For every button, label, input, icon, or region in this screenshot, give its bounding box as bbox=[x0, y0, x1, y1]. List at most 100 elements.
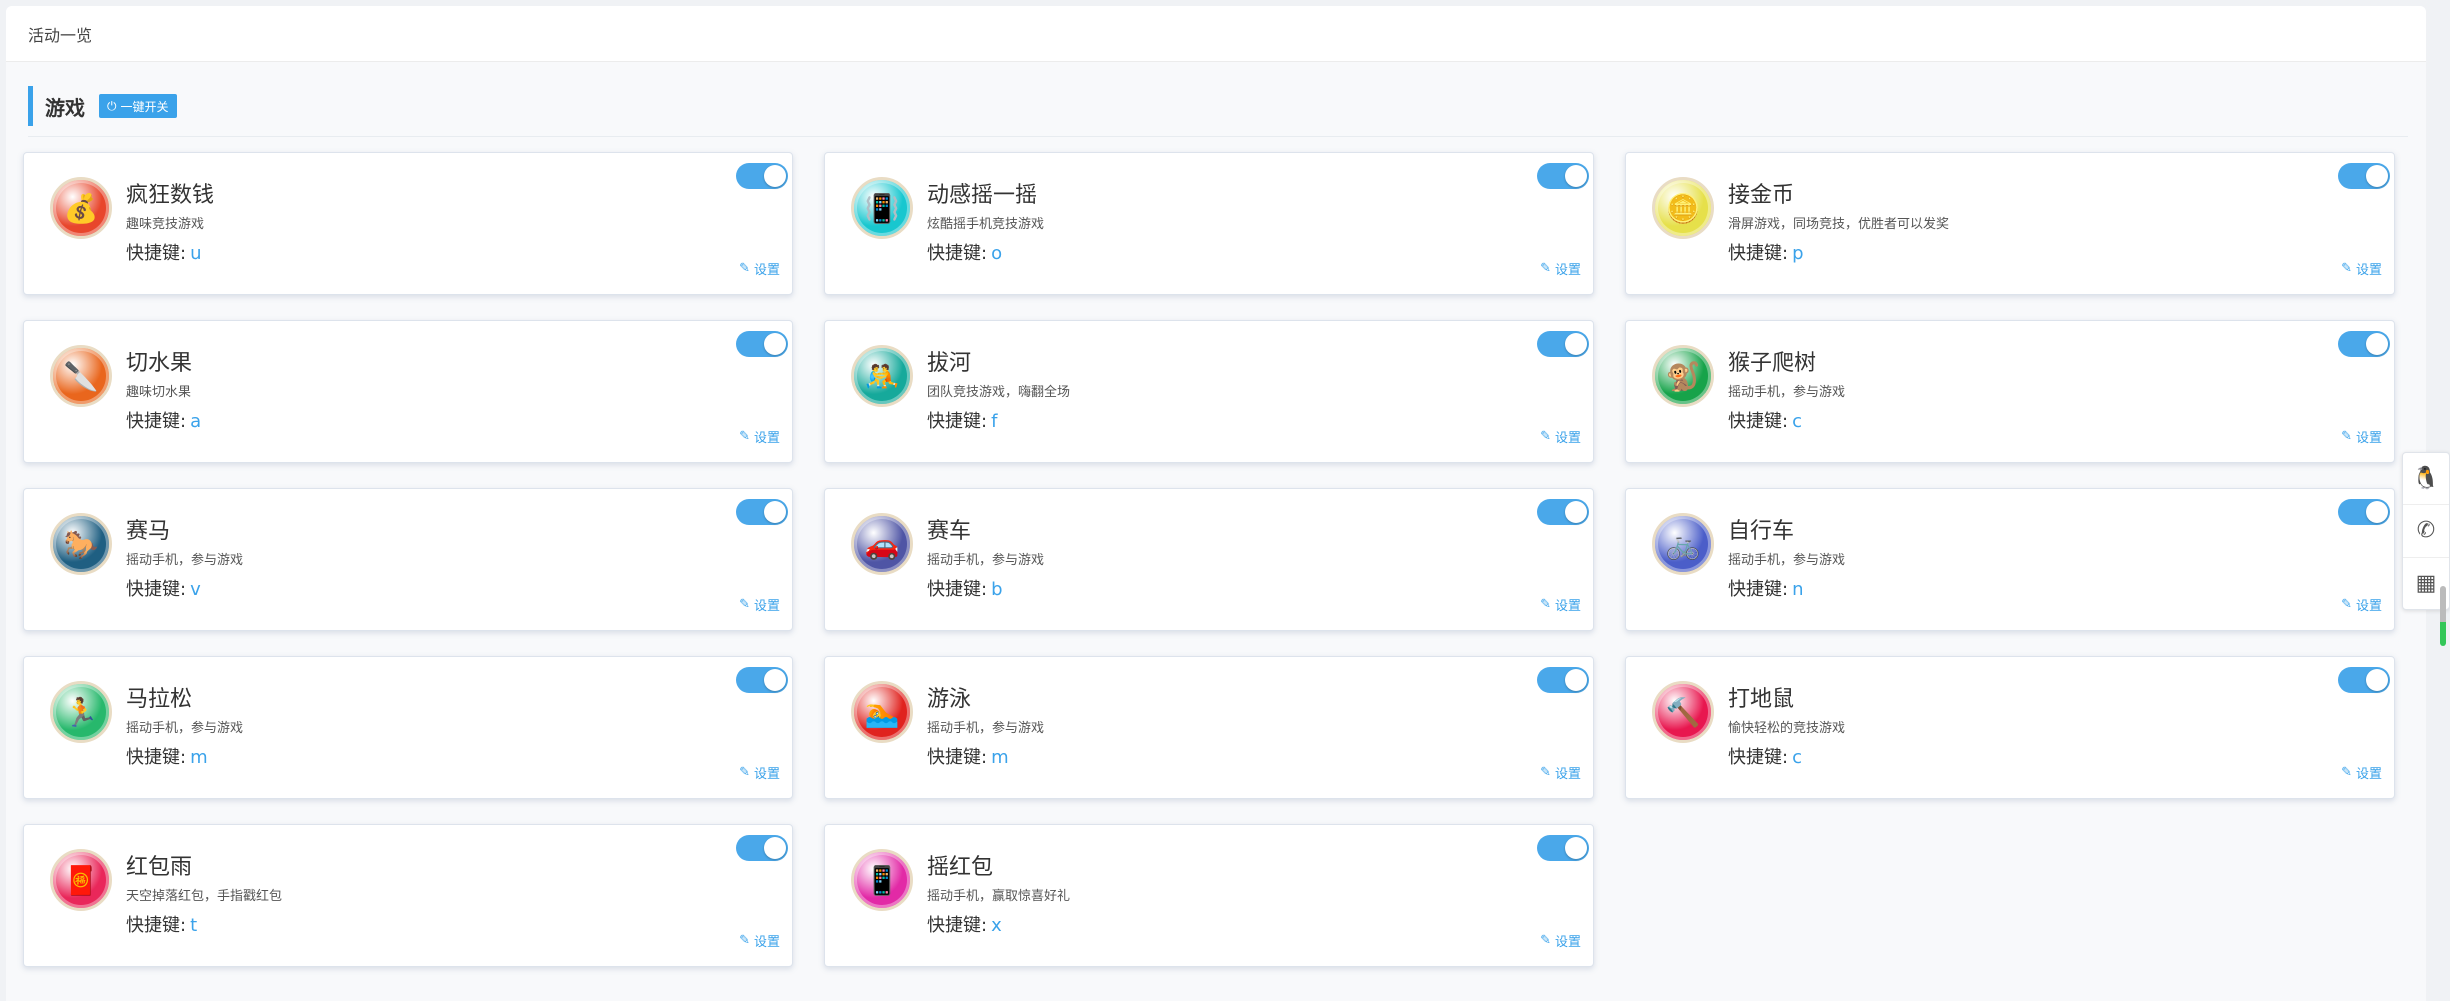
pencil-icon: ✎ bbox=[739, 429, 750, 444]
game-card: 🔨 打地鼠 愉快轻松的竞技游戏 快捷键: c ✎ 设置 bbox=[1625, 656, 2395, 799]
toggle-all-button[interactable]: ⏻ 一键开关 bbox=[99, 94, 177, 118]
hotkey-label: 快捷键: bbox=[126, 579, 187, 600]
enable-toggle[interactable] bbox=[736, 835, 788, 861]
hotkey-value: f bbox=[991, 411, 998, 432]
game-card: 🚲 自行车 摇动手机，参与游戏 快捷键: n ✎ 设置 bbox=[1625, 488, 2395, 631]
settings-link[interactable]: ✎ 设置 bbox=[739, 427, 780, 446]
toggle-knob bbox=[1565, 669, 1587, 691]
game-description: 团队竞技游戏，嗨翻全场 bbox=[927, 385, 1071, 400]
scrollbar[interactable] bbox=[2440, 586, 2446, 646]
settings-label: 设置 bbox=[2355, 263, 2382, 278]
settings-link[interactable]: ✎ 设置 bbox=[1540, 427, 1581, 446]
enable-toggle[interactable] bbox=[2338, 163, 2390, 189]
pencil-icon: ✎ bbox=[1540, 429, 1551, 444]
settings-label: 设置 bbox=[1554, 431, 1581, 446]
game-card: 🐎 赛马 摇动手机，参与游戏 快捷键: v ✎ 设置 bbox=[23, 488, 793, 631]
enable-toggle[interactable] bbox=[736, 163, 788, 189]
car-icon: 🚗 bbox=[851, 513, 913, 575]
game-card: 🤼 拔河 团队竞技游戏，嗨翻全场 快捷键: f ✎ 设置 bbox=[824, 320, 1594, 463]
enable-toggle[interactable] bbox=[736, 499, 788, 525]
hotkey: 快捷键: m bbox=[126, 743, 208, 769]
section-heading: 游戏 ⏻ 一键开关 bbox=[28, 86, 177, 126]
game-description: 摇动手机，参与游戏 bbox=[126, 721, 244, 736]
pencil-icon: ✎ bbox=[2341, 429, 2352, 444]
game-name: 拔河 bbox=[927, 351, 972, 376]
settings-link[interactable]: ✎ 设置 bbox=[1540, 259, 1581, 278]
pencil-icon: ✎ bbox=[2341, 597, 2352, 612]
hotkey-value: t bbox=[190, 915, 198, 936]
game-description: 摇动手机，参与游戏 bbox=[927, 721, 1045, 736]
settings-link[interactable]: ✎ 设置 bbox=[739, 259, 780, 278]
toggle-knob bbox=[764, 165, 786, 187]
game-card: 🐒 猴子爬树 摇动手机，参与游戏 快捷键: c ✎ 设置 bbox=[1625, 320, 2395, 463]
game-description: 愉快轻松的竞技游戏 bbox=[1728, 721, 1846, 736]
hotkey: 快捷键: c bbox=[1728, 407, 1802, 433]
hotkey-value: c bbox=[1792, 411, 1802, 432]
enable-toggle[interactable] bbox=[1537, 835, 1589, 861]
game-grid: 💰 疯狂数钱 趣味竞技游戏 快捷键: u ✎ 设置 📳 动感摇一摇 炫酷摇手机竞技… bbox=[23, 152, 2403, 967]
phone-icon[interactable]: ✆ bbox=[2403, 505, 2449, 558]
hotkey: 快捷键: b bbox=[927, 575, 1003, 601]
enable-toggle[interactable] bbox=[2338, 331, 2390, 357]
game-name: 摇红包 bbox=[927, 855, 994, 880]
power-icon: ⏻ bbox=[107, 98, 117, 113]
enable-toggle[interactable] bbox=[1537, 163, 1589, 189]
game-name: 自行车 bbox=[1728, 519, 1795, 544]
pencil-icon: ✎ bbox=[1540, 765, 1551, 780]
settings-link[interactable]: ✎ 设置 bbox=[2341, 595, 2382, 614]
pencil-icon: ✎ bbox=[739, 933, 750, 948]
hotkey: 快捷键: t bbox=[126, 911, 197, 937]
hotkey: 快捷键: n bbox=[1728, 575, 1804, 601]
pencil-icon: ✎ bbox=[1540, 933, 1551, 948]
settings-label: 设置 bbox=[753, 935, 780, 950]
enable-toggle[interactable] bbox=[736, 667, 788, 693]
settings-label: 设置 bbox=[2355, 599, 2382, 614]
settings-link[interactable]: ✎ 设置 bbox=[1540, 931, 1581, 950]
enable-toggle[interactable] bbox=[2338, 667, 2390, 693]
qq-icon[interactable]: 🐧 bbox=[2403, 453, 2449, 506]
settings-link[interactable]: ✎ 设置 bbox=[739, 763, 780, 782]
settings-label: 设置 bbox=[1554, 263, 1581, 278]
enable-toggle[interactable] bbox=[1537, 331, 1589, 357]
game-card: 🏃 马拉松 摇动手机，参与游戏 快捷键: m ✎ 设置 bbox=[23, 656, 793, 799]
toggle-knob bbox=[1565, 165, 1587, 187]
settings-link[interactable]: ✎ 设置 bbox=[2341, 763, 2382, 782]
monkey-climb-icon: 🐒 bbox=[1652, 345, 1714, 407]
game-card: 🧧 红包雨 天空掉落红包，手指戳红包 快捷键: t ✎ 设置 bbox=[23, 824, 793, 967]
hotkey: 快捷键: a bbox=[126, 407, 201, 433]
pencil-icon: ✎ bbox=[1540, 261, 1551, 276]
game-card: 💰 疯狂数钱 趣味竞技游戏 快捷键: u ✎ 设置 bbox=[23, 152, 793, 295]
enable-toggle[interactable] bbox=[1537, 499, 1589, 525]
settings-label: 设置 bbox=[753, 767, 780, 782]
hotkey-label: 快捷键: bbox=[1728, 579, 1789, 600]
game-description: 趣味竞技游戏 bbox=[126, 217, 205, 232]
settings-link[interactable]: ✎ 设置 bbox=[1540, 595, 1581, 614]
game-card: 🔪 切水果 趣味切水果 快捷键: a ✎ 设置 bbox=[23, 320, 793, 463]
settings-link[interactable]: ✎ 设置 bbox=[2341, 259, 2382, 278]
game-name: 赛马 bbox=[126, 519, 171, 544]
hotkey-value: p bbox=[1792, 243, 1804, 264]
enable-toggle[interactable] bbox=[2338, 499, 2390, 525]
hotkey-value: x bbox=[991, 915, 1002, 936]
horse-icon: 🐎 bbox=[50, 513, 112, 575]
settings-link[interactable]: ✎ 设置 bbox=[1540, 763, 1581, 782]
game-card: 🚗 赛车 摇动手机，参与游戏 快捷键: b ✎ 设置 bbox=[824, 488, 1594, 631]
hotkey-label: 快捷键: bbox=[1728, 747, 1789, 768]
settings-label: 设置 bbox=[753, 431, 780, 446]
settings-link[interactable]: ✎ 设置 bbox=[739, 595, 780, 614]
enable-toggle[interactable] bbox=[1537, 667, 1589, 693]
section-title: 游戏 bbox=[45, 95, 85, 120]
game-description: 滑屏游戏，同场竞技，优胜者可以发奖 bbox=[1728, 217, 1950, 232]
enable-toggle[interactable] bbox=[736, 331, 788, 357]
hotkey-value: m bbox=[991, 747, 1009, 768]
hotkey: 快捷键: o bbox=[927, 239, 1002, 265]
game-name: 打地鼠 bbox=[1728, 687, 1795, 712]
hotkey-label: 快捷键: bbox=[927, 411, 988, 432]
settings-link[interactable]: ✎ 设置 bbox=[739, 931, 780, 950]
hotkey-label: 快捷键: bbox=[126, 243, 187, 264]
coin-stack-icon: 🪙 bbox=[1652, 177, 1714, 239]
settings-link[interactable]: ✎ 设置 bbox=[2341, 427, 2382, 446]
game-name: 马拉松 bbox=[126, 687, 193, 712]
game-description: 摇动手机，参与游戏 bbox=[1728, 553, 1846, 568]
whack-mole-icon: 🔨 bbox=[1652, 681, 1714, 743]
